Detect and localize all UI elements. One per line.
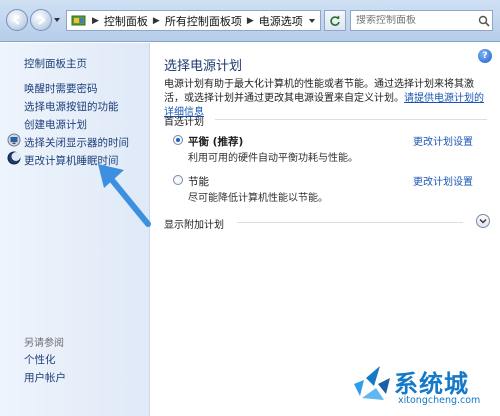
sidebar-item-power-button[interactable]: 选择电源按钮的功能 bbox=[24, 99, 119, 114]
recent-pages-dropdown-icon[interactable] bbox=[53, 16, 61, 24]
main-panel: ? 选择电源计划 电源计划有助于最大化计算机的性能或者节能。通过选择计划来将其激… bbox=[151, 43, 500, 416]
title-bar: ▶ 控制面板 ▶ 所有控制面板项 ▶ 电源选项 bbox=[0, 0, 500, 42]
refresh-button[interactable] bbox=[324, 10, 346, 31]
address-dropdown-icon[interactable] bbox=[308, 17, 316, 25]
breadcrumb-all-items[interactable]: 所有控制面板项 bbox=[165, 13, 242, 29]
forward-button[interactable] bbox=[30, 9, 52, 31]
section-divider bbox=[215, 119, 487, 120]
sidebar-item-create-plan[interactable]: 创建电源计划 bbox=[24, 117, 87, 132]
plan-power-saver-description: 尽可能降低计算机性能以节能。 bbox=[188, 193, 328, 204]
refresh-icon bbox=[330, 15, 340, 26]
breadcrumb-separator-icon: ▶ bbox=[92, 15, 99, 26]
plan-balanced-radio[interactable] bbox=[173, 135, 183, 145]
watermark: 系统城 xitongcheng.com bbox=[350, 362, 495, 412]
forward-arrow-icon bbox=[38, 15, 46, 25]
sidebar-item-user-accounts[interactable]: 用户帐户 bbox=[24, 370, 66, 385]
chevron-down-icon bbox=[479, 219, 487, 224]
help-icon[interactable]: ? bbox=[478, 49, 492, 63]
see-also-header: 另请参阅 bbox=[24, 338, 64, 349]
search-input[interactable] bbox=[356, 15, 474, 26]
watermark-logo-icon bbox=[354, 366, 390, 400]
breadcrumb-power-options[interactable]: 电源选项 bbox=[259, 13, 303, 29]
watermark-url: xitongcheng.com bbox=[398, 395, 481, 406]
back-button[interactable] bbox=[6, 9, 28, 31]
additional-plans-header[interactable]: 显示附加计划 bbox=[164, 216, 224, 231]
breadcrumb-control-panel[interactable]: 控制面板 bbox=[104, 13, 148, 29]
preferred-plans-header: 首选计划 bbox=[164, 117, 204, 128]
monitor-icon bbox=[7, 133, 21, 147]
breadcrumb-separator-icon: ▶ bbox=[152, 15, 160, 26]
expand-additional-plans-button[interactable] bbox=[476, 214, 490, 228]
sidebar-item-wake-password[interactable]: 唤醒时需要密码 bbox=[24, 81, 98, 96]
watermark-text: 系统城 bbox=[394, 370, 469, 398]
sidebar-item-home[interactable]: 控制面板主页 bbox=[24, 56, 87, 71]
plan-power-saver-settings-link[interactable]: 更改计划设置 bbox=[413, 173, 473, 188]
page-description: 电源计划有助于最大化计算机的性能或者节能。通过选择计划来将其激活，或选择计划并通… bbox=[164, 78, 484, 120]
back-arrow-icon bbox=[12, 15, 20, 25]
section-divider bbox=[237, 222, 463, 223]
page-title: 选择电源计划 bbox=[164, 59, 243, 74]
plan-power-saver-name: 节能 bbox=[188, 176, 209, 188]
search-box[interactable] bbox=[350, 10, 493, 31]
plan-balanced-settings-link[interactable]: 更改计划设置 bbox=[413, 133, 473, 148]
search-icon[interactable] bbox=[478, 15, 490, 27]
sidebar-item-personalization[interactable]: 个性化 bbox=[24, 352, 56, 367]
sleep-moon-icon bbox=[7, 151, 21, 165]
plan-balanced-description: 利用可用的硬件自动平衡功耗与性能。 bbox=[188, 153, 358, 164]
breadcrumb-separator-icon: ▶ bbox=[246, 15, 254, 26]
plan-balanced-name: 平衡 (推荐) bbox=[188, 136, 244, 148]
plan-power-saver-radio[interactable] bbox=[173, 175, 183, 185]
control-panel-icon bbox=[71, 15, 86, 25]
sidebar-item-display-off-time[interactable]: 选择关闭显示器的时间 bbox=[24, 135, 129, 150]
annotation-arrow-icon bbox=[98, 164, 151, 227]
address-bar[interactable]: ▶ 控制面板 ▶ 所有控制面板项 ▶ 电源选项 bbox=[66, 10, 321, 31]
